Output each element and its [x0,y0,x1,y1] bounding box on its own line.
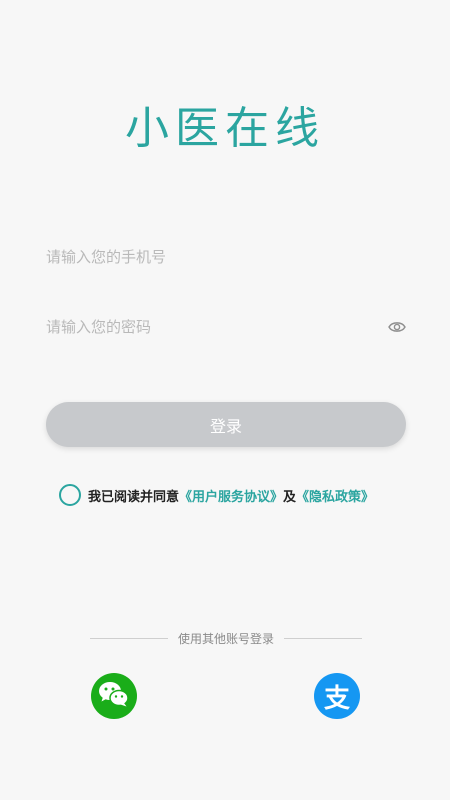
alipay-icon: 支 [323,683,350,714]
password-input[interactable] [46,318,388,336]
divider-line-left [90,638,168,639]
agreement-conjunction: 及 [283,489,297,505]
alipay-login-button[interactable]: 支 [314,673,360,719]
agreement-checkbox[interactable] [59,484,81,506]
password-field [46,310,406,344]
user-agreement-link[interactable]: 《用户服务协议》 [179,486,283,505]
privacy-policy-link[interactable]: 《隐私政策》 [296,486,374,505]
phone-field [46,240,406,274]
other-login-divider: 使用其他账号登录 [90,630,363,647]
divider-line-right [284,638,363,639]
agreement-row: 我已阅读并同意 《用户服务协议》 及 《隐私政策》 [59,484,374,506]
other-login-label: 使用其他账号登录 [178,632,275,646]
eye-icon[interactable] [388,318,406,336]
phone-input[interactable] [46,248,406,266]
wechat-login-button[interactable] [91,673,137,719]
wechat-icon [98,680,130,712]
agreement-text: 我已阅读并同意 [88,489,180,505]
login-button[interactable]: 登录 [46,402,406,447]
app-logo: 小医在线 [125,103,325,154]
